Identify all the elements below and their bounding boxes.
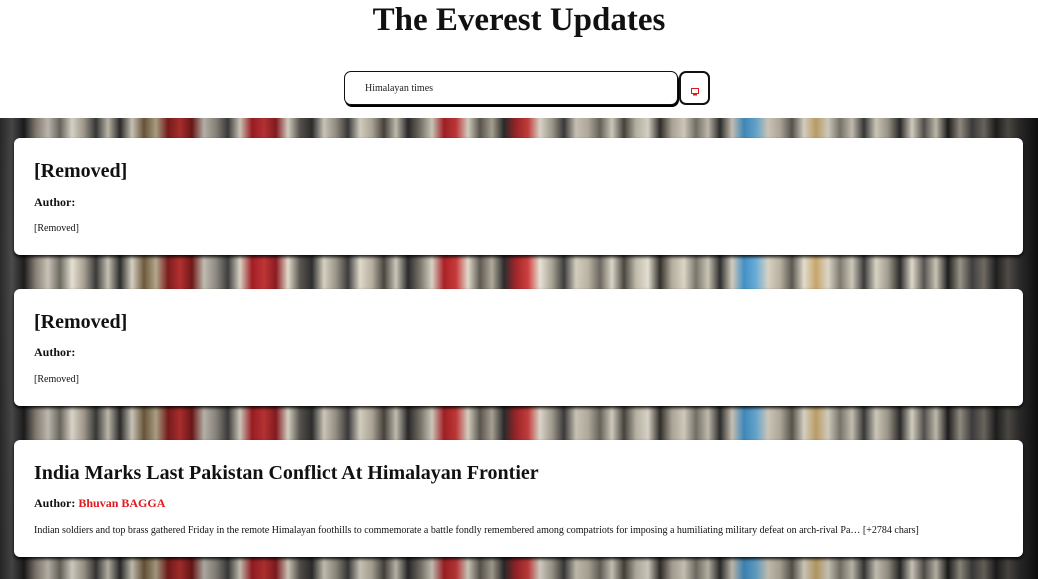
header: The Everest Updates — [0, 0, 1038, 118]
author-label: Author: — [34, 195, 76, 209]
search-input[interactable] — [344, 71, 678, 105]
article-description: [Removed] — [34, 223, 79, 234]
author-name: Bhuvan BAGGA — [78, 496, 166, 510]
article-title[interactable]: [Removed] — [34, 159, 127, 183]
article-card[interactable]: [Removed] Author: [Removed] — [14, 138, 1023, 255]
article-author: Author: — [34, 194, 78, 210]
article-card[interactable]: India Marks Last Pakistan Conflict At Hi… — [14, 440, 1023, 557]
author-label: Author: — [34, 345, 76, 359]
search-icon — [690, 84, 699, 96]
article-title[interactable]: India Marks Last Pakistan Conflict At Hi… — [34, 461, 539, 485]
search-button[interactable] — [679, 71, 710, 105]
author-label: Author: — [34, 496, 76, 510]
site-title: The Everest Updates — [372, 2, 666, 38]
article-card[interactable]: [Removed] Author: [Removed] — [14, 289, 1023, 406]
news-feed: [Removed] Author: [Removed] [Removed] Au… — [0, 118, 1038, 579]
article-description: [Removed] — [34, 374, 79, 385]
article-author: Author: — [34, 344, 78, 360]
article-author: Author: Bhuvan BAGGA — [34, 495, 165, 511]
article-title[interactable]: [Removed] — [34, 310, 127, 334]
article-description: Indian soldiers and top brass gathered F… — [34, 525, 919, 536]
